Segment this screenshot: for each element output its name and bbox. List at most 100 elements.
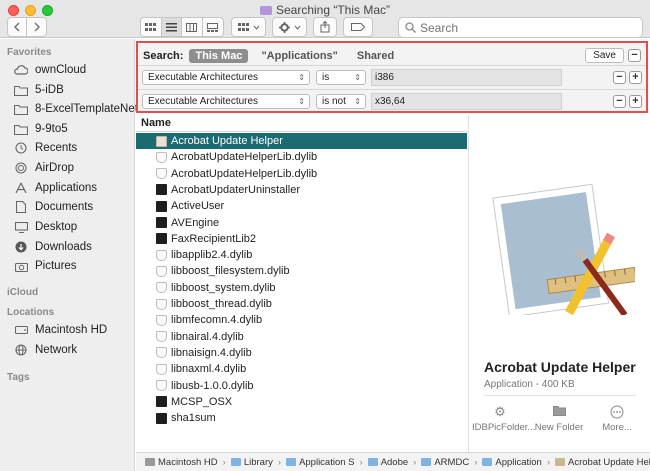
folder-icon	[482, 458, 493, 466]
sidebar-item-pictures[interactable]: Pictures	[14, 257, 77, 275]
folder-icon	[230, 458, 241, 466]
criteria-rule-2: Executable Architectures ⇕ is not ⇕ x36,64…	[138, 89, 646, 113]
sidebar-item-applications[interactable]: Applications	[14, 179, 97, 197]
tags-button[interactable]	[343, 17, 373, 37]
file-list: Name Acrobat Update Helper AcrobatUpdateH…	[136, 115, 467, 452]
file-row[interactable]: libapplib2.4.dylib	[136, 247, 467, 263]
sidebar-item-8-exceltemplatenet[interactable]: 8-ExcelTemplateNet	[14, 100, 138, 118]
file-row[interactable]: libnairal.4.dylib	[136, 329, 467, 345]
app-icon-preview	[492, 183, 635, 315]
operator-popup[interactable]: is ⇕	[316, 70, 366, 85]
remove-search-button[interactable]: −	[628, 49, 641, 62]
path-item-application-support[interactable]: Application S	[286, 457, 355, 468]
file-row[interactable]: libnaxml.4.dylib	[136, 361, 467, 377]
search-input[interactable]	[420, 20, 630, 35]
file-name: Acrobat Update Helper	[171, 135, 283, 147]
file-row[interactable]: AVEngine	[136, 215, 467, 231]
path-item-library[interactable]: Library	[230, 457, 273, 468]
value-field[interactable]: i386	[371, 69, 562, 86]
save-search-button[interactable]: Save	[585, 48, 624, 63]
sidebar-item-network[interactable]: Network	[14, 341, 77, 359]
more-icon	[610, 405, 624, 419]
quick-action-idbpicfolder[interactable]: ⚙ IDBPicFolder...	[472, 405, 535, 434]
search-scope-bar: Search: This Mac "Applications" Shared	[143, 49, 407, 63]
file-row[interactable]: libnaisign.4.dylib	[136, 345, 467, 361]
back-button[interactable]	[8, 18, 28, 36]
name-column-header[interactable]: Name	[136, 115, 467, 132]
grid-icon	[145, 22, 157, 31]
sidebar-item-documents[interactable]: Documents	[14, 198, 93, 216]
file-name: AVEngine	[171, 216, 220, 229]
icon-view-button[interactable]	[141, 18, 162, 36]
path-item-armdc[interactable]: ARMDC	[421, 457, 469, 468]
column-view-button[interactable]	[182, 18, 203, 36]
file-row[interactable]: libboost_thread.dylib	[136, 296, 467, 312]
attribute-popup[interactable]: Executable Architectures ⇕	[142, 70, 310, 85]
file-row[interactable]: AcrobatUpdaterUninstaller	[136, 182, 467, 198]
path-bar: Macintosh HD › Library › Application S ›…	[136, 452, 650, 471]
gallery-view-button[interactable]	[203, 18, 223, 36]
operator-popup[interactable]: is not ⇕	[316, 94, 366, 109]
file-row[interactable]: libusb-1.0.0.dylib	[136, 378, 467, 394]
gear-icon	[278, 21, 290, 33]
file-row[interactable]: MCSP_OSX	[136, 394, 467, 410]
updown-arrow-icon: ⇕	[354, 73, 361, 82]
value-field[interactable]: x36,64	[371, 93, 562, 110]
path-separator: ›	[413, 456, 417, 468]
remove-rule-button[interactable]: −	[613, 71, 626, 84]
file-row[interactable]: ActiveUser	[136, 198, 467, 214]
file-row[interactable]: AcrobatUpdateHelperLib.dylib	[136, 149, 467, 165]
scope-shared[interactable]: Shared	[351, 49, 400, 63]
add-rule-button[interactable]: +	[629, 95, 642, 108]
file-row[interactable]: sha1sum	[136, 410, 467, 426]
scope-applications[interactable]: "Applications"	[255, 49, 343, 63]
sidebar-item-owncloud[interactable]: ownCloud	[14, 61, 86, 79]
hard-drive-icon	[14, 323, 28, 337]
file-row[interactable]: libboost_filesystem.dylib	[136, 263, 467, 279]
chevron-down-icon	[253, 25, 259, 30]
globe-icon	[14, 343, 28, 357]
sidebar-item-desktop[interactable]: Desktop	[14, 218, 77, 236]
forward-button[interactable]	[27, 18, 46, 36]
sidebar-item-downloads[interactable]: Downloads	[14, 238, 92, 256]
path-item-macintosh-hd[interactable]: Macintosh HD	[145, 457, 218, 468]
sidebar-item-recents[interactable]: Recents	[14, 139, 77, 157]
add-rule-button[interactable]: +	[629, 71, 642, 84]
share-icon	[320, 21, 330, 33]
attribute-popup[interactable]: Executable Architectures ⇕	[142, 94, 310, 109]
remove-rule-button[interactable]: −	[613, 95, 626, 108]
updown-arrow-icon: ⇕	[298, 73, 305, 82]
sidebar-item-9-9to5[interactable]: 9-9to5	[14, 120, 68, 138]
back-forward-buttons	[7, 17, 47, 37]
folder-icon	[14, 102, 28, 116]
document-icon	[14, 200, 28, 214]
file-row[interactable]: libmfecomn.4.dylib	[136, 312, 467, 328]
action-menu-button[interactable]	[272, 17, 307, 37]
path-item-application[interactable]: Application	[482, 457, 542, 468]
file-row[interactable]: AcrobatUpdateHelperLib.dylib	[136, 166, 467, 182]
icloud-header: iCloud	[7, 287, 39, 298]
file-row[interactable]: FaxRecipientLib2	[136, 231, 467, 247]
file-row[interactable]: Acrobat Update Helper	[136, 133, 467, 149]
sidebar-item-airdrop[interactable]: AirDrop	[14, 159, 74, 177]
file-row[interactable]: libboost_system.dylib	[136, 280, 467, 296]
file-name: AcrobatUpdateHelperLib.dylib	[171, 167, 318, 180]
library-icon	[156, 314, 167, 326]
download-icon	[14, 240, 28, 254]
sidebar-item-macintosh-hd[interactable]: Macintosh HD	[14, 321, 107, 339]
columns-icon	[186, 22, 198, 32]
library-icon	[156, 331, 167, 343]
locations-header: Locations	[7, 307, 55, 318]
gallery-icon	[207, 22, 219, 32]
sidebar-item-5-idb[interactable]: 5-iDB	[14, 81, 64, 99]
path-item-adobe[interactable]: Adobe	[367, 457, 408, 468]
scope-this-mac[interactable]: This Mac	[189, 49, 249, 63]
quick-action-new-folder[interactable]: New Folder	[531, 405, 587, 433]
executable-icon	[156, 233, 167, 245]
path-item-acrobat-update-helper[interactable]: Acrobat Update Helper	[555, 457, 650, 468]
list-view-button[interactable]	[161, 18, 182, 36]
share-button[interactable]	[313, 17, 337, 37]
quick-action-more[interactable]: More...	[589, 405, 645, 433]
search-field[interactable]	[398, 17, 643, 38]
group-by-button[interactable]	[231, 17, 266, 37]
